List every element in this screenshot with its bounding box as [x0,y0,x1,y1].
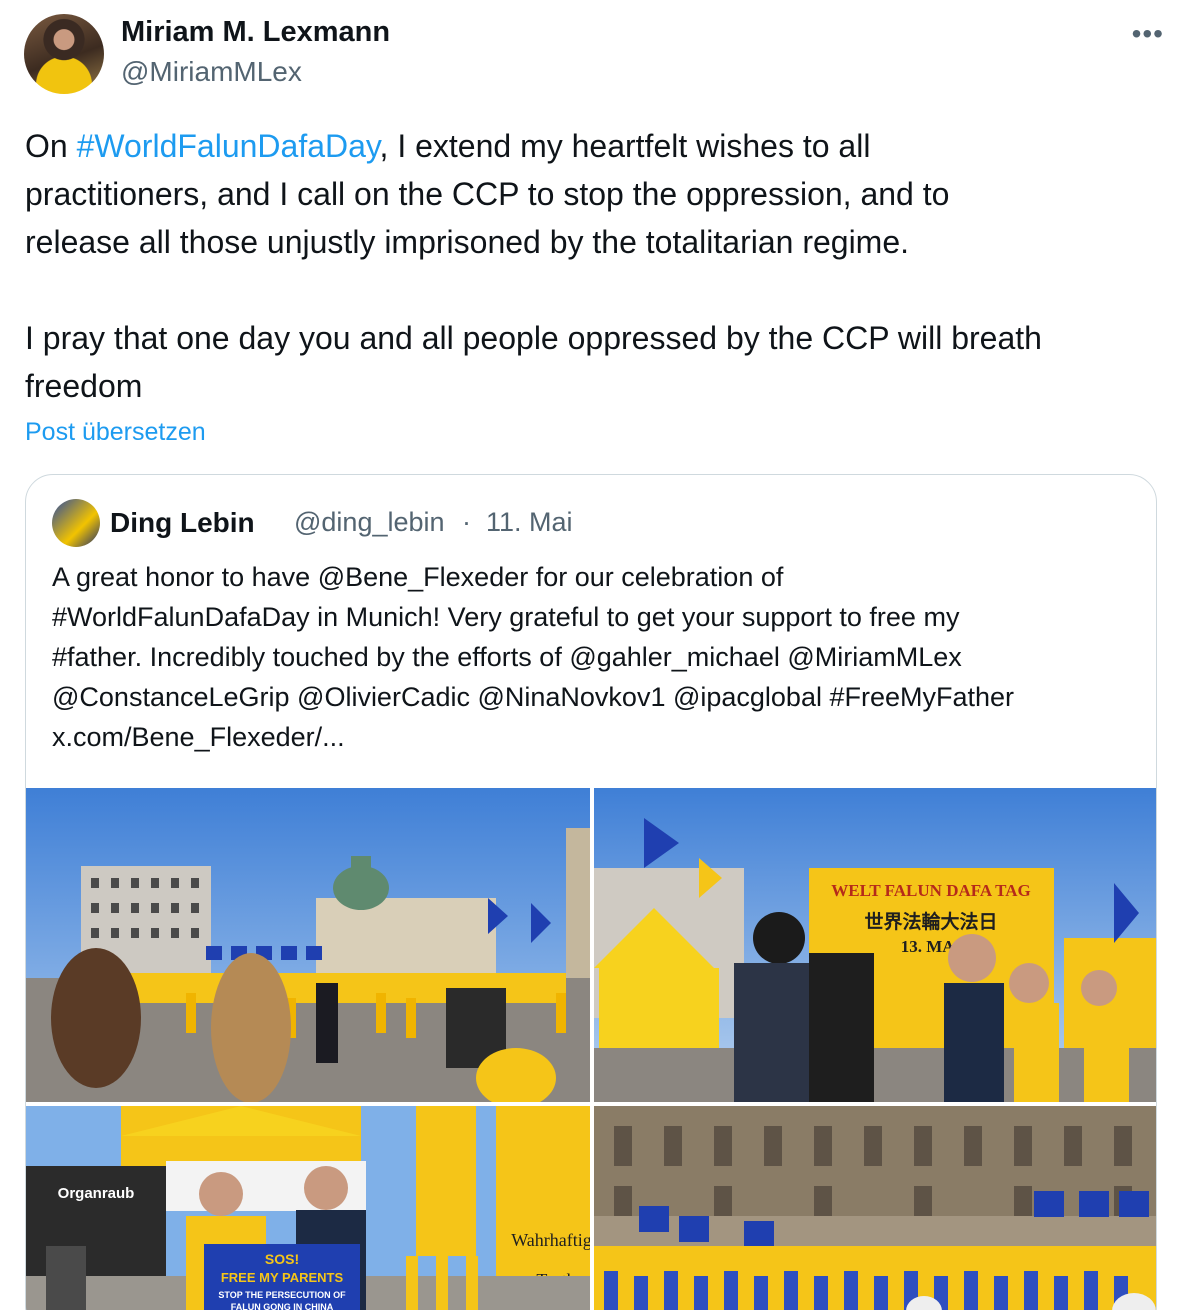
banner-title: WELT FALUN DAFA TAG [831,881,1030,900]
tweet-text-line: I pray that one day you and all people o… [25,320,1042,356]
photo-4[interactable] [594,1106,1156,1310]
tweet-text: On #WorldFalunDafaDay, I extend my heart… [25,122,1165,410]
photo-1[interactable] [26,788,590,1102]
media-grid: WELT FALUN DAFA TAG 世界法輪大法日 13. MAI Orga… [26,788,1156,1310]
tweet-text-prefix: On [25,128,77,164]
tweet-header: Miriam M. Lexmann @MiriamMLex ••• [24,14,1164,96]
tweet-text-line: release all those unjustly imprisoned by… [25,224,910,260]
tweet-text-line: On #WorldFalunDafaDay, I extend my heart… [25,122,1165,170]
quoted-author-name: Ding Lebin [110,507,255,538]
photo-2[interactable]: WELT FALUN DAFA TAG 世界法輪大法日 13. MAI [594,788,1156,1102]
quoted-text-line: #father. Incredibly touched by the effor… [52,642,962,672]
tweet-text-line: practitioners, and I call on the CCP to … [25,176,950,212]
photo3-flag-text: Wahrhaftigk [511,1230,590,1250]
tweet-text-fragment: , I extend my heartfelt wishes to all [379,128,871,164]
hashtag-link[interactable]: #WorldFalunDafaDay [77,128,380,164]
author-handle[interactable]: @MiriamMLex [121,56,302,88]
photo-3[interactable]: Organraub Wahrhaftigk Truth SOS! FREE MY… [26,1106,590,1310]
tweet-text-line: freedom [25,368,143,404]
sign-line-2: FREE MY PARENTS [221,1270,344,1285]
quoted-author-avatar [52,499,100,547]
quoted-author-handle: @ding_lebin [294,507,445,537]
author-avatar[interactable] [24,14,104,94]
quoted-text-line: @ConstanceLeGrip @OlivierCadic @NinaNovk… [52,682,1015,712]
translate-post-link[interactable]: Post übersetzen [25,418,206,447]
quoted-text-line: x.com/Bene_Flexeder/... [52,722,345,752]
photo3-banner-text: Organraub [58,1185,135,1202]
sign-line-3: STOP THE PERSECUTION OF [218,1290,346,1300]
author-name[interactable]: Miriam M. Lexmann [121,16,390,49]
quoted-tweet-date: 11. Mai [486,507,573,537]
banner-chinese: 世界法輪大法日 [864,910,997,933]
quoted-tweet-card[interactable]: Ding Lebin @ding_lebin · 11. Mai A great… [25,474,1157,1310]
quoted-text-line: #WorldFalunDafaDay in Munich! Very grate… [52,602,960,632]
quoted-tweet-header: Ding Lebin @ding_lebin · 11. Mai [52,499,1132,551]
quoted-text-line: A great honor to have @Bene_Flexeder for… [52,562,784,592]
sign-line-1: SOS! [265,1251,299,1267]
more-horizontal-icon[interactable]: ••• [1132,18,1164,50]
quoted-tweet-text: A great honor to have @Bene_Flexeder for… [52,557,1142,757]
sign-line-4: FALUN GONG IN CHINA [231,1302,334,1310]
separator-dot: · [462,507,471,537]
